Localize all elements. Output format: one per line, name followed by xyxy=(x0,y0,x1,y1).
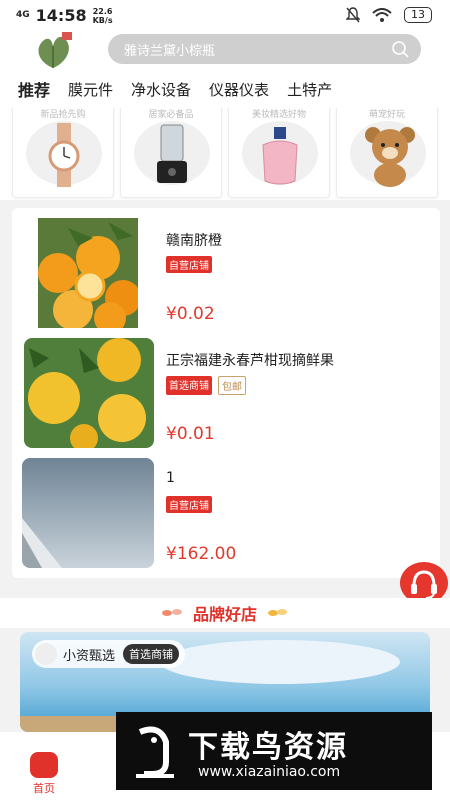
product-image xyxy=(24,338,154,448)
category-card-blender[interactable]: 居家必备品 xyxy=(120,108,222,198)
decor-right-icon xyxy=(268,609,287,616)
watermark-bird-logo xyxy=(136,726,174,778)
tab-recommend[interactable]: 推荐 xyxy=(18,77,50,101)
header: 雅诗兰黛小棕瓶 xyxy=(0,30,450,70)
watch-image xyxy=(48,123,80,187)
mute-bell-icon xyxy=(346,7,360,23)
teddy-bear-image xyxy=(365,127,415,187)
product-name: 赣南脐橙 xyxy=(166,233,222,249)
category-cards: 新品抢先购 居家必备品 美妆精选好物 萌宠好玩 xyxy=(0,108,450,200)
tab-instruments[interactable]: 仪器仪表 xyxy=(209,79,269,100)
category-card-caption: 居家必备品 xyxy=(148,110,194,120)
product-item[interactable]: 赣南脐橙 自营店铺 ¥0.02 xyxy=(12,216,440,330)
category-tabs: 推荐 膜元件 净水设备 仪器仪表 土特产 xyxy=(0,70,450,108)
shop-tag: 自营店铺 xyxy=(166,256,212,273)
category-card-bear[interactable]: 萌宠好玩 xyxy=(336,108,438,198)
watermark-title: 下载鸟资源 xyxy=(188,730,348,765)
product-list: 赣南脐橙 自营店铺 ¥0.02 正宗福建永春芦柑现摘鲜果 首选商铺 包邮 ¥0.… xyxy=(12,208,440,578)
product-item[interactable]: 正宗福建永春芦柑现摘鲜果 首选商铺 包邮 ¥0.01 xyxy=(12,336,440,450)
nav-home[interactable]: 首页 xyxy=(30,752,58,796)
product-item[interactable]: 1 自营店铺 ¥162.00 xyxy=(12,456,440,570)
product-name: 1 xyxy=(166,470,175,486)
tab-membrane[interactable]: 膜元件 xyxy=(68,79,113,100)
search-placeholder: 雅诗兰黛小棕瓶 xyxy=(124,43,216,59)
tab-water-purifier[interactable]: 净水设备 xyxy=(131,79,191,100)
category-card-caption: 萌宠好玩 xyxy=(368,110,405,120)
product-price: ¥0.02 xyxy=(166,304,215,324)
shop-tag: 自营店铺 xyxy=(166,496,212,513)
category-card-perfume[interactable]: 美妆精选好物 xyxy=(228,108,330,198)
decor-left-icon xyxy=(161,609,182,616)
product-price: ¥0.01 xyxy=(166,424,215,444)
category-card-caption: 美妆精选好物 xyxy=(251,110,306,120)
perfume-image xyxy=(262,127,298,185)
brand-section-title: 品牌好店 xyxy=(192,605,257,624)
watermark-url: www.xiazainiao.com xyxy=(198,764,341,780)
shop-avatar xyxy=(35,643,57,665)
app-logo xyxy=(38,32,72,68)
product-image xyxy=(22,458,154,568)
shop-chip: 小资甄选 首选商铺 xyxy=(32,640,186,668)
shop-tag: 首选商铺 xyxy=(166,376,212,395)
category-card-caption: 新品抢先购 xyxy=(40,110,86,120)
status-time: 14:58 xyxy=(35,6,87,25)
network-speed: 22.6 KB/s xyxy=(92,6,113,25)
product-name: 正宗福建永春芦柑现摘鲜果 xyxy=(166,353,334,369)
home-icon xyxy=(30,752,58,778)
shop-label: 首选商铺 xyxy=(123,644,180,664)
watermark-overlay: 下载鸟资源 www.xiazainiao.com xyxy=(116,712,432,790)
blender-image xyxy=(157,124,187,183)
search-bar[interactable]: 雅诗兰黛小棕瓶 xyxy=(108,34,421,64)
tab-local-specialty[interactable]: 土特产 xyxy=(287,79,332,100)
product-price: ¥162.00 xyxy=(166,544,237,564)
free-shipping-tag: 包邮 xyxy=(218,376,246,395)
battery-indicator: 13 xyxy=(404,7,432,23)
nav-home-label: 首页 xyxy=(33,782,55,795)
wifi-icon xyxy=(372,8,392,22)
category-card-watch[interactable]: 新品抢先购 xyxy=(12,108,114,198)
status-bar: 4G 14:58 22.6 KB/s 13 xyxy=(0,0,450,30)
network-indicator: 4G xyxy=(16,10,30,20)
shop-name: 小资甄选 xyxy=(63,648,116,664)
search-icon[interactable] xyxy=(391,40,409,58)
product-image xyxy=(38,218,138,328)
brand-section-header: 品牌好店 xyxy=(0,598,450,628)
